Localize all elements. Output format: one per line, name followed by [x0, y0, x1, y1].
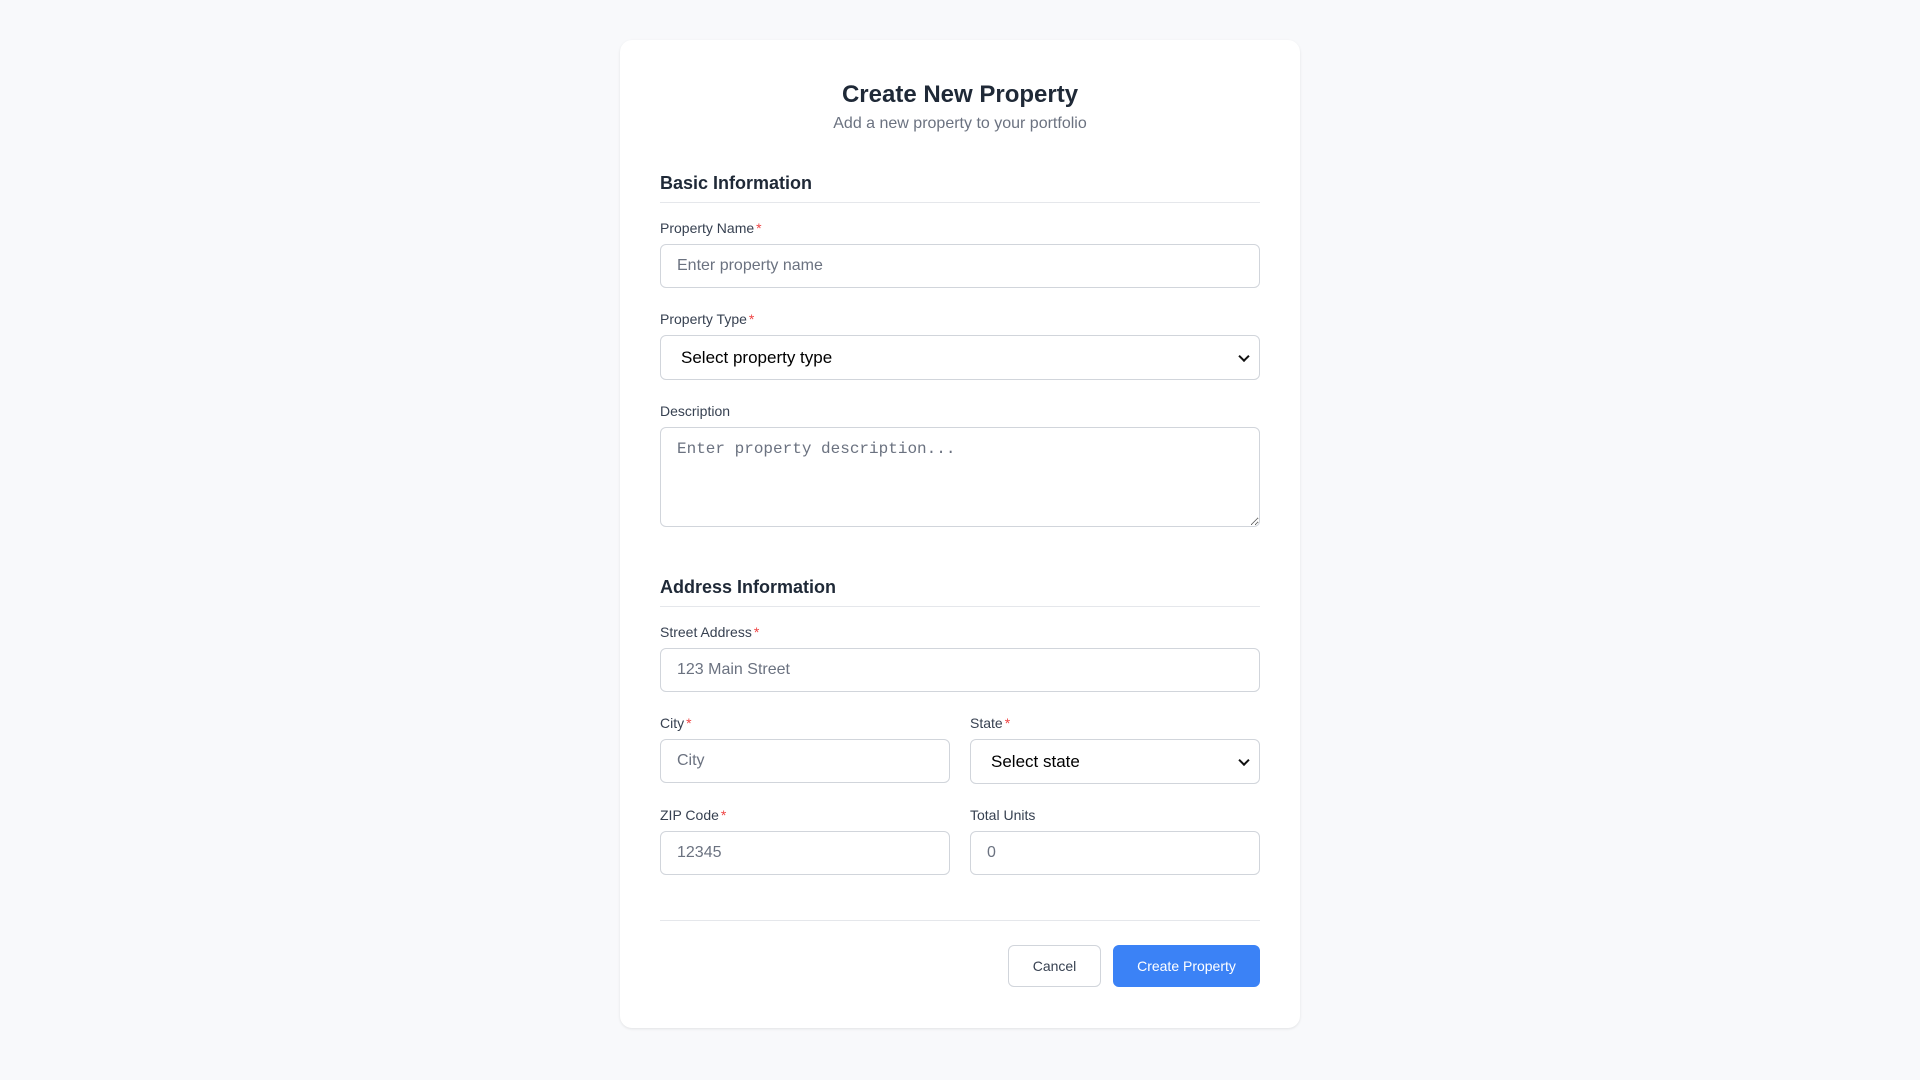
city-label-text: City [660, 715, 685, 731]
state-label: State * [970, 715, 1260, 732]
state-field: State * Select state [970, 715, 1260, 784]
zip-code-field: ZIP Code * [660, 807, 950, 875]
total-units-label-text: Total Units [970, 807, 1036, 823]
zip-units-row: ZIP Code* Total Units [660, 807, 1260, 875]
property-type-select[interactable]: Select property type [660, 335, 1260, 380]
section-title-address-information: Address Information [660, 576, 1260, 607]
form-actions: Cancel Create Property [660, 920, 1260, 987]
zip-code-label-text: ZIP Code [660, 807, 719, 823]
page-title: Create New Property [841, 81, 1079, 108]
create-property-card: Create New Property Add a new property t… [620, 40, 1300, 1028]
description-textarea[interactable] [660, 427, 1260, 527]
street-address-field: Street Address * [660, 624, 1260, 692]
street-address-input[interactable] [660, 648, 1260, 692]
street-address-label-text: Street Address [660, 624, 752, 640]
city-state-row: City* State* Select state [660, 715, 1260, 784]
state-select[interactable]: Select state [970, 739, 1260, 784]
property-type-label: Property Type * [660, 311, 1260, 328]
property-name-field: Property Name * [660, 220, 1260, 288]
description-field: Description [660, 403, 1260, 532]
zip-code-input[interactable] [660, 831, 950, 875]
required-indicator: * [686, 715, 692, 731]
property-type-label-text: Property Type [660, 311, 747, 327]
cancel-button[interactable]: Cancel [1008, 945, 1101, 987]
city-input[interactable] [660, 739, 950, 783]
description-label: Description [660, 403, 1260, 420]
form-header: Create New Property Add a new property t… [660, 40, 1260, 134]
total-units-input[interactable] [970, 831, 1260, 875]
required-indicator: * [748, 311, 755, 327]
property-name-input[interactable] [660, 244, 1260, 288]
required-indicator: * [753, 624, 760, 640]
property-name-label: Property Name * [660, 220, 1260, 237]
description-label-text: Description [660, 403, 731, 419]
state-label-text: State [970, 715, 1003, 731]
required-indicator: * [1004, 715, 1011, 731]
required-indicator: * [756, 220, 762, 236]
city-field: City * [660, 715, 950, 784]
city-label: City * [660, 715, 950, 732]
property-type-select-wrapper: Select property type [660, 335, 1260, 380]
page-subtitle: Add a new property to your portfolio [833, 115, 1087, 132]
section-title-basic-information: Basic Information [660, 172, 1260, 203]
total-units-label: Total Units [970, 807, 1260, 824]
property-type-field: Property Type * Select property type [660, 311, 1260, 380]
zip-code-label: ZIP Code * [660, 807, 950, 824]
required-indicator: * [720, 807, 727, 823]
create-property-button[interactable]: Create Property [1113, 945, 1260, 987]
property-name-label-text: Property Name [660, 220, 755, 236]
total-units-field: Total Units [970, 807, 1260, 875]
street-address-label: Street Address * [660, 624, 1260, 641]
state-select-wrapper: Select state [970, 739, 1260, 784]
